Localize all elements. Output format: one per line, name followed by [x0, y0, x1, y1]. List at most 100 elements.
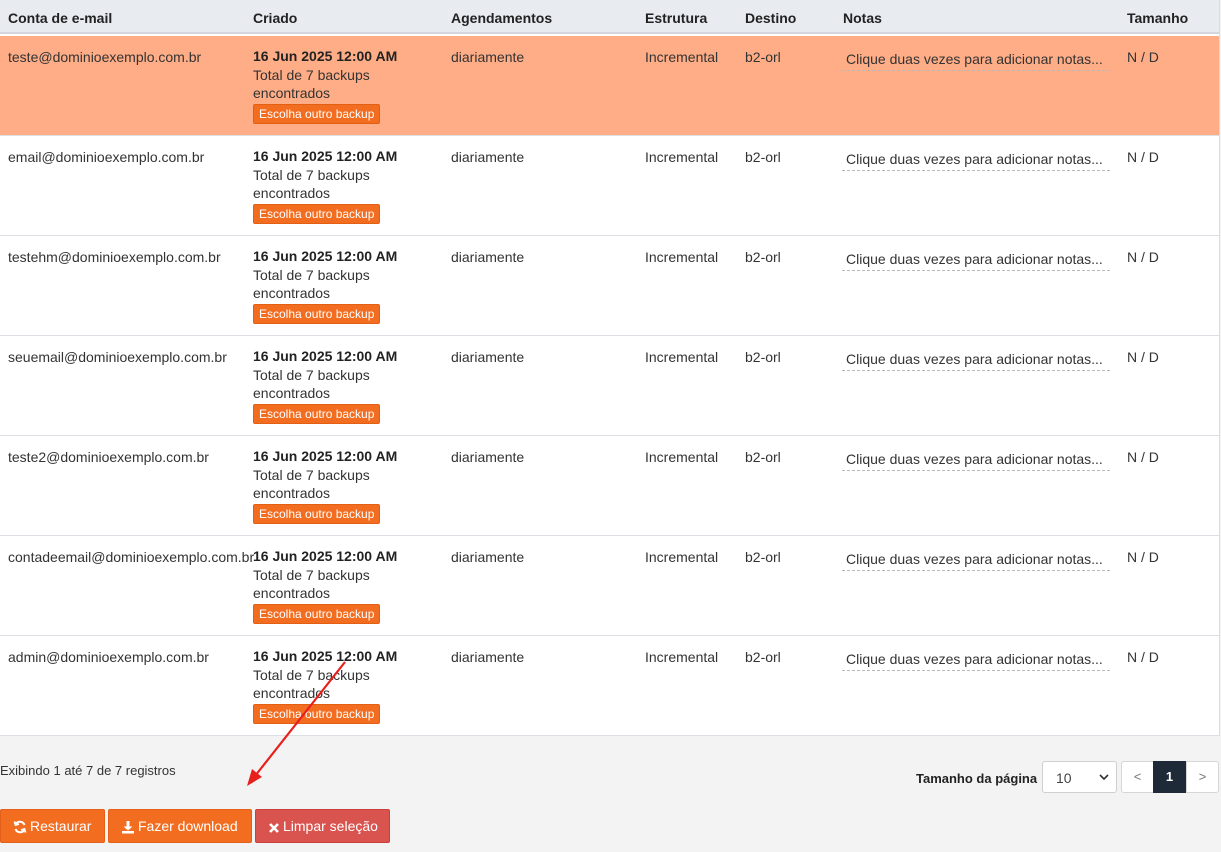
row-structure: Incremental	[645, 649, 719, 665]
row-size: N / D	[1127, 149, 1159, 165]
row-structure: Incremental	[645, 249, 719, 265]
row-notes-field[interactable]: Clique duas vezes para adicionar notas..…	[842, 251, 1110, 271]
row-schedule: diariamente	[451, 649, 525, 665]
row-size: N / D	[1127, 249, 1159, 265]
row-email: email@dominioexemplo.com.br	[8, 149, 205, 165]
row-created: 16 Jun 2025 12:00 AM Total de 7 backups e…	[253, 47, 433, 124]
header-notes[interactable]: Notas	[843, 10, 882, 26]
pager-next-button[interactable]: >	[1186, 761, 1219, 793]
row-size: N / D	[1127, 449, 1159, 465]
row-notes-field[interactable]: Clique duas vezes para adicionar notas..…	[842, 451, 1110, 471]
table-row[interactable]: seuemail@dominioexemplo.com.br 16 Jun 202…	[0, 336, 1219, 436]
row-created: 16 Jun 2025 12:00 AM Total de 7 backups e…	[253, 247, 433, 324]
choose-backup-button[interactable]: Escolha outro backup	[253, 303, 381, 324]
page-size-select[interactable]: 10	[1042, 761, 1117, 793]
backups-table: Conta de e-mail Criado Agendamentos Estr…	[0, 0, 1220, 736]
pager-prev-button[interactable]: <	[1121, 761, 1154, 793]
row-backup-count: Total de 7 backups encontrados	[253, 66, 370, 102]
clear-selection-button[interactable]: Limpar seleção	[255, 809, 390, 843]
row-notes-field[interactable]: Clique duas vezes para adicionar notas..…	[842, 351, 1110, 371]
pager-page-1[interactable]: 1	[1153, 761, 1186, 793]
header-created[interactable]: Criado	[253, 10, 297, 26]
records-info: Exibindo 1 até 7 de 7 registros	[0, 763, 176, 778]
row-backup-count: Total de 7 backups encontrados	[253, 366, 370, 402]
page-size-label: Tamanho da página	[916, 771, 1038, 786]
row-email: seuemail@dominioexemplo.com.br	[8, 349, 227, 365]
row-destination: b2-orl	[745, 549, 781, 565]
choose-backup-button[interactable]: Escolha outro backup	[253, 103, 381, 124]
row-email: testehm@dominioexemplo.com.br	[8, 249, 221, 265]
restore-button[interactable]: Restaurar	[0, 809, 105, 843]
row-created: 16 Jun 2025 12:00 AM Total de 7 backups e…	[253, 147, 433, 224]
row-structure: Incremental	[645, 549, 719, 565]
row-created-date: 16 Jun 2025 12:00 AM	[253, 348, 398, 364]
row-created: 16 Jun 2025 12:00 AM Total de 7 backups e…	[253, 547, 433, 624]
row-created-date: 16 Jun 2025 12:00 AM	[253, 548, 398, 564]
row-backup-count: Total de 7 backups encontrados	[253, 266, 370, 302]
header-destination[interactable]: Destino	[745, 10, 796, 26]
row-backup-count: Total de 7 backups encontrados	[253, 566, 370, 602]
choose-backup-button[interactable]: Escolha outro backup	[253, 203, 381, 224]
row-notes-field[interactable]: Clique duas vezes para adicionar notas..…	[842, 151, 1110, 171]
row-size: N / D	[1127, 349, 1159, 365]
page-size-value: 10	[1056, 770, 1072, 786]
row-schedule: diariamente	[451, 449, 525, 465]
header-structure[interactable]: Estrutura	[645, 10, 707, 26]
row-structure: Incremental	[645, 449, 719, 465]
table-row[interactable]: teste2@dominioexemplo.com.br 16 Jun 2025 …	[0, 436, 1219, 536]
row-structure: Incremental	[645, 349, 719, 365]
restore-label: Restaurar	[30, 818, 92, 834]
row-destination: b2-orl	[745, 249, 781, 265]
row-notes-field[interactable]: Clique duas vezes para adicionar notas..…	[842, 51, 1110, 71]
row-created: 16 Jun 2025 12:00 AM Total de 7 backups e…	[253, 347, 433, 424]
row-size: N / D	[1127, 49, 1159, 65]
row-destination: b2-orl	[745, 49, 781, 65]
refresh-icon	[13, 820, 27, 834]
clear-label: Limpar seleção	[283, 818, 378, 834]
row-email: admin@dominioexemplo.com.br	[8, 649, 209, 665]
header-schedule[interactable]: Agendamentos	[451, 10, 552, 26]
row-structure: Incremental	[645, 49, 719, 65]
row-structure: Incremental	[645, 149, 719, 165]
row-created: 16 Jun 2025 12:00 AM Total de 7 backups e…	[253, 647, 433, 724]
choose-backup-button[interactable]: Escolha outro backup	[253, 603, 381, 624]
row-schedule: diariamente	[451, 249, 525, 265]
row-backup-count: Total de 7 backups encontrados	[253, 466, 370, 502]
row-backup-count: Total de 7 backups encontrados	[253, 666, 370, 702]
download-label: Fazer download	[138, 818, 238, 834]
row-created-date: 16 Jun 2025 12:00 AM	[253, 448, 398, 464]
row-schedule: diariamente	[451, 49, 525, 65]
row-destination: b2-orl	[745, 149, 781, 165]
row-notes-field[interactable]: Clique duas vezes para adicionar notas..…	[842, 651, 1110, 671]
table-row[interactable]: email@dominioexemplo.com.br 16 Jun 2025 1…	[0, 136, 1219, 236]
row-email: contadeemail@dominioexemplo.com.br	[8, 549, 255, 565]
row-schedule: diariamente	[451, 549, 525, 565]
download-icon	[122, 821, 134, 834]
table-row[interactable]: teste@dominioexemplo.com.br 16 Jun 2025 1…	[0, 36, 1219, 136]
row-size: N / D	[1127, 549, 1159, 565]
table-row[interactable]: testehm@dominioexemplo.com.br 16 Jun 2025…	[0, 236, 1219, 336]
row-created-date: 16 Jun 2025 12:00 AM	[253, 148, 398, 164]
row-size: N / D	[1127, 649, 1159, 665]
chevron-down-icon	[1099, 774, 1109, 781]
row-destination: b2-orl	[745, 349, 781, 365]
row-created-date: 16 Jun 2025 12:00 AM	[253, 648, 398, 664]
close-icon	[269, 823, 279, 833]
row-created-date: 16 Jun 2025 12:00 AM	[253, 48, 398, 64]
choose-backup-button[interactable]: Escolha outro backup	[253, 403, 381, 424]
row-destination: b2-orl	[745, 449, 781, 465]
row-destination: b2-orl	[745, 649, 781, 665]
row-notes-field[interactable]: Clique duas vezes para adicionar notas..…	[842, 551, 1110, 571]
annotation-arrow-head	[247, 769, 262, 786]
row-email: teste2@dominioexemplo.com.br	[8, 449, 209, 465]
table-row[interactable]: admin@dominioexemplo.com.br 16 Jun 2025 1…	[0, 636, 1219, 736]
choose-backup-button[interactable]: Escolha outro backup	[253, 703, 381, 724]
table-row[interactable]: contadeemail@dominioexemplo.com.br 16 Jun…	[0, 536, 1219, 636]
row-schedule: diariamente	[451, 349, 525, 365]
row-schedule: diariamente	[451, 149, 525, 165]
choose-backup-button[interactable]: Escolha outro backup	[253, 503, 381, 524]
row-backup-count: Total de 7 backups encontrados	[253, 166, 370, 202]
download-button[interactable]: Fazer download	[108, 809, 252, 843]
header-email[interactable]: Conta de e-mail	[8, 10, 112, 26]
header-size[interactable]: Tamanho	[1127, 10, 1188, 26]
